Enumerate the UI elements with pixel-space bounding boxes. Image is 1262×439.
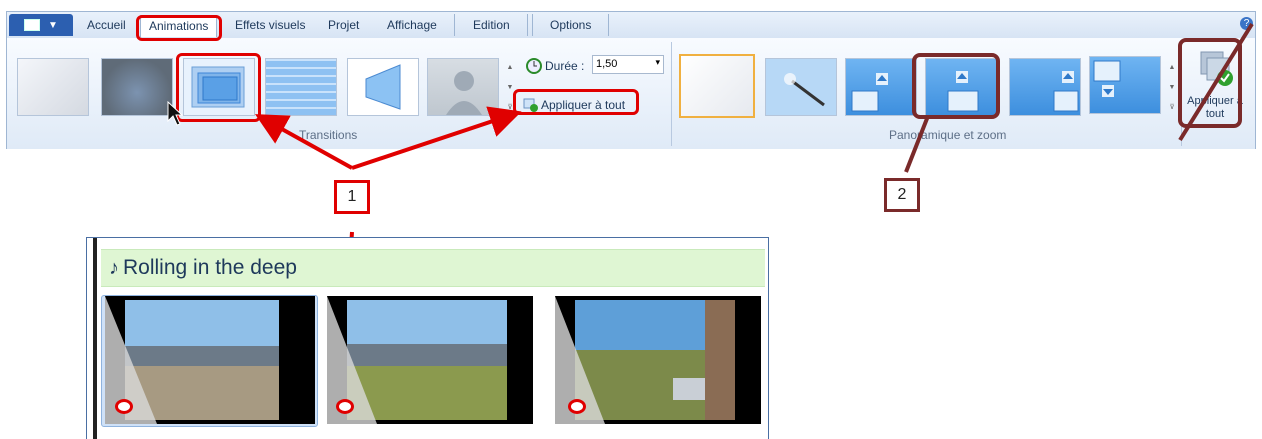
transition-marker-2[interactable] [336, 399, 354, 414]
arrow-to-apply-all [351, 106, 522, 170]
arrow-to-zoom-transition [255, 114, 353, 170]
clip-2-thumbnail[interactable] [327, 296, 533, 424]
music-track-title: Rolling in the deep [123, 256, 297, 279]
transition-marker-3[interactable] [568, 399, 586, 414]
line-to-panzoom-option [904, 115, 930, 173]
clip-1-thumbnail[interactable] [105, 296, 315, 424]
playhead[interactable] [93, 238, 97, 439]
transition-marker-1[interactable] [115, 399, 133, 414]
strike-through-line [1178, 22, 1254, 142]
music-note-icon: ♪ [109, 256, 119, 279]
callout-number-2: 2 [884, 178, 920, 212]
music-track[interactable]: ♪ Rolling in the deep [101, 249, 765, 287]
storyboard-panel: ♪ Rolling in the deep [86, 237, 769, 439]
callout-number-1: 1 [334, 180, 370, 214]
